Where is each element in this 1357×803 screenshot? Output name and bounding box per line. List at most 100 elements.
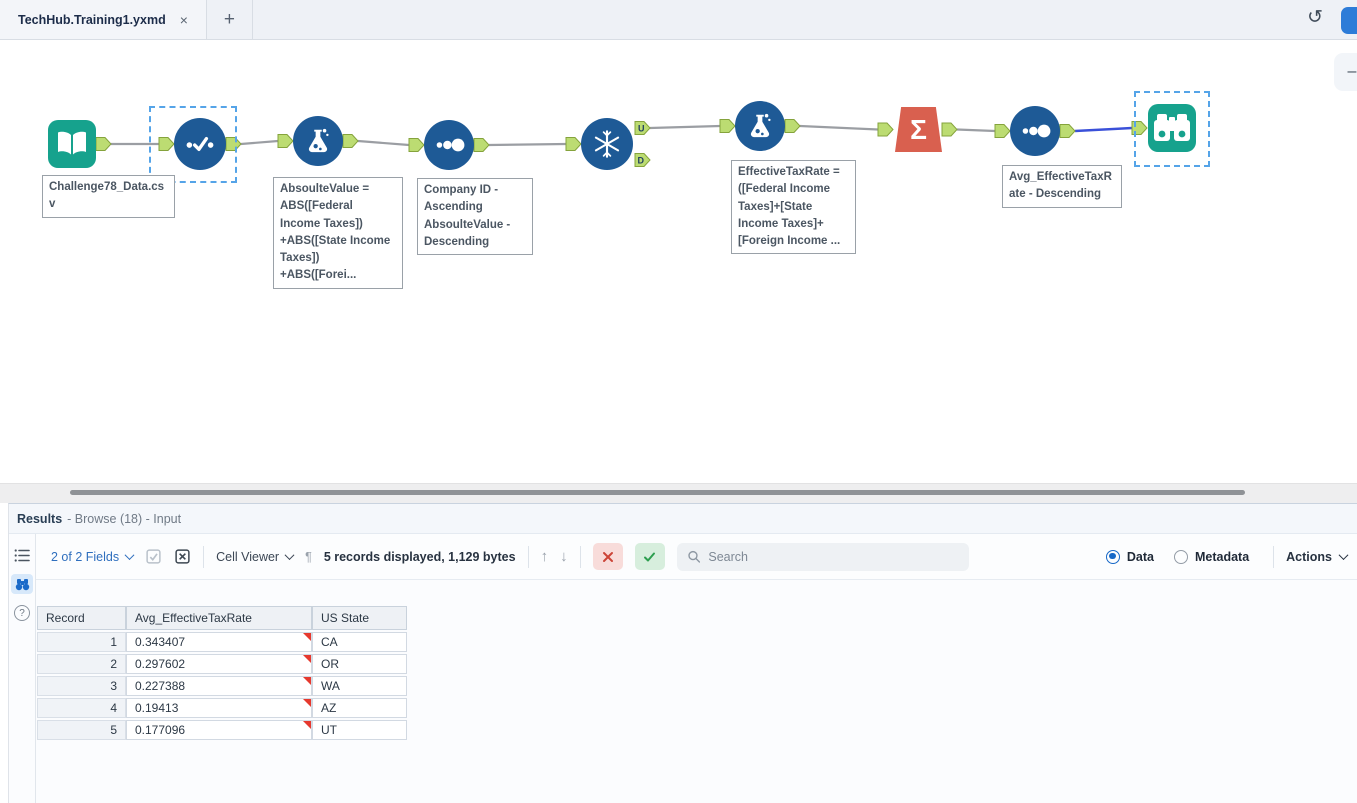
whitespace-toggle[interactable]: ¶ bbox=[305, 550, 312, 564]
annotation-formula-2[interactable]: EffectiveTaxRate = ([Federal Income Taxe… bbox=[731, 160, 856, 254]
tool-select[interactable] bbox=[174, 118, 226, 170]
value-cell[interactable]: 0.19413 bbox=[126, 698, 312, 718]
output-anchor[interactable] bbox=[474, 139, 489, 152]
record-cell[interactable]: 3 bbox=[37, 676, 126, 696]
state-cell[interactable]: UT bbox=[312, 720, 407, 740]
results-panel: Results - Browse (18) - Input bbox=[8, 503, 1357, 803]
apply-button[interactable] bbox=[635, 543, 665, 570]
state-cell[interactable]: AZ bbox=[312, 698, 407, 718]
input-anchor[interactable] bbox=[278, 135, 293, 148]
annotation-sort-2[interactable]: Avg_EffectiveTaxRate - Descending bbox=[1002, 165, 1122, 208]
table-row[interactable]: 10.343407CA bbox=[37, 632, 407, 652]
annotation-sort-1[interactable]: Company ID - Ascending AbsoulteValue - D… bbox=[417, 178, 533, 255]
tab-bar: TechHub.Training1.yxmd × + ↺ bbox=[0, 0, 1357, 40]
unique-output-label: U bbox=[638, 124, 645, 134]
chevron-down-icon bbox=[1339, 550, 1349, 560]
tool-sort-2[interactable] bbox=[1010, 106, 1060, 156]
search-box[interactable] bbox=[677, 543, 969, 571]
input-anchor[interactable] bbox=[878, 123, 893, 136]
connection[interactable] bbox=[800, 126, 878, 130]
table-row[interactable]: 20.297602OR bbox=[37, 654, 407, 674]
move-down-button[interactable]: ↓ bbox=[560, 548, 568, 565]
radio-metadata[interactable]: Metadata bbox=[1174, 550, 1249, 564]
value-cell[interactable]: 0.227388 bbox=[126, 676, 312, 696]
tool-browse[interactable] bbox=[1148, 104, 1196, 152]
connection-selected[interactable] bbox=[1075, 128, 1132, 131]
output-anchor[interactable] bbox=[343, 135, 358, 148]
scrollbar-thumb[interactable] bbox=[70, 490, 1245, 495]
input-anchor[interactable] bbox=[720, 120, 735, 133]
connection[interactable] bbox=[489, 144, 566, 145]
input-anchor[interactable] bbox=[995, 125, 1010, 138]
state-cell[interactable]: WA bbox=[312, 676, 407, 696]
cell-viewer-dropdown[interactable]: Cell Viewer bbox=[216, 550, 293, 564]
input-anchor[interactable] bbox=[566, 138, 581, 151]
list-view-icon[interactable] bbox=[14, 548, 31, 563]
results-table-area: Record Avg_EffectiveTaxRate US State 10.… bbox=[36, 580, 1357, 742]
tool-input-data[interactable] bbox=[48, 120, 96, 168]
column-header-avg-effective-tax-rate[interactable]: Avg_EffectiveTaxRate bbox=[126, 606, 312, 630]
output-anchor[interactable] bbox=[942, 123, 957, 136]
output-anchor[interactable] bbox=[96, 138, 111, 151]
deselect-all-checkbox-icon[interactable] bbox=[174, 548, 191, 565]
value-cell[interactable]: 0.177096 bbox=[126, 720, 312, 740]
results-header: Results - Browse (18) - Input bbox=[9, 504, 1357, 534]
column-header-us-state[interactable]: US State bbox=[312, 606, 407, 630]
help-icon[interactable]: ? bbox=[14, 605, 30, 621]
flask-icon bbox=[745, 111, 775, 141]
browse-view-button[interactable] bbox=[11, 574, 33, 594]
tool-summarize[interactable]: Σ bbox=[895, 107, 942, 152]
separator bbox=[1273, 546, 1274, 568]
separator bbox=[580, 546, 581, 568]
results-table: Record Avg_EffectiveTaxRate US State 10.… bbox=[37, 604, 407, 742]
tool-sort-1[interactable] bbox=[424, 120, 474, 170]
check-icon bbox=[643, 551, 656, 563]
annotation-input[interactable]: Challenge78_Data.csv bbox=[42, 175, 175, 218]
state-cell[interactable]: CA bbox=[312, 632, 407, 652]
fields-dropdown[interactable]: 2 of 2 Fields bbox=[51, 550, 133, 564]
tab-workflow[interactable]: TechHub.Training1.yxmd × bbox=[0, 0, 207, 39]
value-cell[interactable]: 0.297602 bbox=[126, 654, 312, 674]
minus-icon: – bbox=[1348, 63, 1357, 81]
record-cell[interactable]: 1 bbox=[37, 632, 126, 652]
sort-dots-icon bbox=[1018, 114, 1052, 148]
input-anchor[interactable] bbox=[409, 139, 424, 152]
value-cell[interactable]: 0.343407 bbox=[126, 632, 312, 652]
tab-close-icon[interactable]: × bbox=[180, 12, 188, 28]
flask-icon bbox=[303, 126, 333, 156]
binoculars-icon bbox=[1148, 104, 1196, 152]
output-anchor[interactable] bbox=[1060, 125, 1075, 138]
connection[interactable] bbox=[358, 141, 409, 145]
search-icon bbox=[687, 549, 701, 564]
move-up-button[interactable]: ↑ bbox=[541, 548, 549, 565]
record-cell[interactable]: 2 bbox=[37, 654, 126, 674]
workflow-canvas[interactable]: U D bbox=[0, 40, 1357, 483]
connection[interactable] bbox=[650, 126, 720, 128]
tool-formula-1[interactable] bbox=[293, 116, 343, 166]
select-all-checkbox-icon[interactable] bbox=[145, 548, 162, 565]
tool-unique[interactable] bbox=[581, 118, 633, 170]
column-header-record[interactable]: Record bbox=[37, 606, 126, 630]
record-cell[interactable]: 4 bbox=[37, 698, 126, 718]
history-icon[interactable]: ↺ bbox=[1307, 6, 1323, 29]
connection[interactable] bbox=[957, 130, 995, 132]
results-table-body: 10.343407CA20.297602OR30.227388WA40.1941… bbox=[37, 632, 407, 740]
new-tab-button[interactable]: + bbox=[207, 0, 253, 39]
connection[interactable] bbox=[241, 141, 278, 144]
separator bbox=[528, 546, 529, 568]
state-cell[interactable]: OR bbox=[312, 654, 407, 674]
radio-data[interactable]: Data bbox=[1106, 550, 1154, 564]
separator bbox=[203, 546, 204, 568]
clear-filter-button[interactable] bbox=[593, 543, 623, 570]
search-input[interactable] bbox=[708, 550, 958, 564]
table-row[interactable]: 40.19413AZ bbox=[37, 698, 407, 718]
record-cell[interactable]: 5 bbox=[37, 720, 126, 740]
canvas-collapse-button[interactable]: – bbox=[1334, 53, 1357, 91]
output-anchor[interactable] bbox=[785, 120, 800, 133]
actions-dropdown[interactable]: Actions bbox=[1286, 550, 1347, 564]
run-button[interactable] bbox=[1341, 7, 1357, 34]
table-row[interactable]: 30.227388WA bbox=[37, 676, 407, 696]
tool-formula-2[interactable] bbox=[735, 101, 785, 151]
annotation-formula-1[interactable]: AbsoulteValue = ABS([Federal Income Taxe… bbox=[273, 177, 403, 289]
table-row[interactable]: 50.177096UT bbox=[37, 720, 407, 740]
